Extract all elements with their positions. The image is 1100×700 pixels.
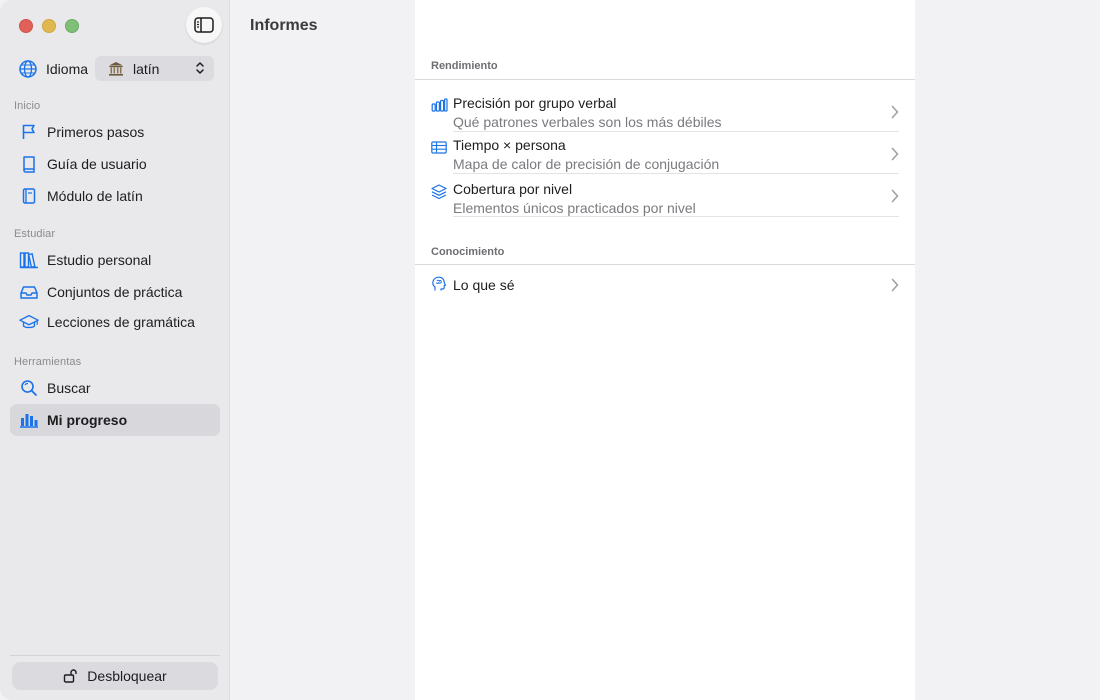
chevron-right-icon <box>891 278 899 292</box>
language-row: Idioma latín <box>18 56 218 81</box>
sidebar-item-label: Primeros pasos <box>47 124 145 140</box>
sidebar-item-label: Conjuntos de práctica <box>47 284 183 300</box>
sidebar-item-label: Guía de usuario <box>47 156 147 172</box>
flag-icon <box>19 122 39 142</box>
sidebar-item-mi-progreso[interactable]: Mi progreso <box>10 404 220 436</box>
section-label-estudiar: Estudiar <box>14 228 56 240</box>
group-header-conocimiento: Conocimiento <box>431 246 505 258</box>
report-row-lo-que-se[interactable]: Lo que sé <box>431 276 899 297</box>
report-row-tiempo-persona[interactable]: Tiempo × persona Mapa de calor de precis… <box>431 137 899 173</box>
divider <box>415 79 915 80</box>
unlock-label: Desbloquear <box>87 668 167 684</box>
unlock-icon <box>63 669 79 683</box>
report-row-precision-grupo-verbal[interactable]: Precisión por grupo verbal Qué patrones … <box>431 95 899 131</box>
group-header-rendimiento: Rendimiento <box>431 60 498 72</box>
language-label: Idioma <box>46 61 89 77</box>
sidebar-item-label: Lecciones de gramática <box>47 314 195 330</box>
sidebar-item-label: Estudio personal <box>47 252 152 268</box>
reports-column: Informes <box>230 0 415 700</box>
bars-icon <box>431 98 448 112</box>
sidebar-item-estudio-personal[interactable]: Estudio personal <box>10 244 220 276</box>
sidebar-item-label: Mi progreso <box>47 412 128 428</box>
sidebar-item-modulo-de-latin[interactable]: Módulo de latín <box>10 180 220 212</box>
book-closed-icon <box>19 186 39 206</box>
globe-icon <box>19 60 37 78</box>
language-select[interactable]: latín <box>95 56 214 81</box>
section-label-herramientas: Herramientas <box>14 356 82 368</box>
books-icon <box>19 250 39 270</box>
sidebar-item-primeros-pasos[interactable]: Primeros pasos <box>10 116 220 148</box>
report-row-cobertura-por-nivel[interactable]: Cobertura por nivel Elementos únicos pra… <box>431 181 899 217</box>
unlock-button[interactable]: Desbloquear <box>12 662 218 690</box>
row-title: Cobertura por nivel <box>453 181 573 197</box>
divider <box>453 216 899 217</box>
sidebar: Idioma latín Inicio Primeros pasos Guía … <box>0 0 230 700</box>
zoom-window-button[interactable] <box>65 19 79 33</box>
search-icon <box>19 378 39 398</box>
sidebar-item-label: Buscar <box>47 380 91 396</box>
sidebar-toggle-button[interactable] <box>186 7 222 43</box>
chevron-right-icon <box>891 105 899 119</box>
table-icon <box>431 141 447 154</box>
row-subtitle: Elementos únicos practicados por nivel <box>453 200 696 216</box>
row-title: Lo que sé <box>453 277 515 293</box>
layers-icon <box>431 184 447 200</box>
reports-detail: Rendimiento Precisión por grupo verbal Q… <box>415 0 915 700</box>
row-title: Tiempo × persona <box>453 137 566 153</box>
book-icon <box>19 154 39 174</box>
sidebar-item-label: Módulo de latín <box>47 188 143 204</box>
sidebar-item-lecciones-de-gramatica[interactable]: Lecciones de gramática <box>10 306 220 338</box>
temple-icon <box>109 61 123 76</box>
sidebar-item-buscar[interactable]: Buscar <box>10 372 220 404</box>
divider <box>453 131 899 132</box>
divider <box>415 264 915 265</box>
sidebar-item-conjuntos-de-practica[interactable]: Conjuntos de práctica <box>10 276 220 308</box>
language-value: latín <box>133 60 160 77</box>
minimize-window-button[interactable] <box>42 19 56 33</box>
sidebar-item-guia-de-usuario[interactable]: Guía de usuario <box>10 148 220 180</box>
close-window-button[interactable] <box>19 19 33 33</box>
bar-chart-icon <box>19 410 39 430</box>
row-subtitle: Mapa de calor de precisión de conjugació… <box>453 156 720 172</box>
sidebar-icon <box>194 17 214 33</box>
chevron-right-icon <box>891 189 899 203</box>
app-window: Idioma latín Inicio Primeros pasos Guía … <box>0 0 1100 700</box>
row-subtitle: Qué patrones verbales son los más débile… <box>453 114 722 130</box>
head-icon <box>432 276 447 291</box>
inspector-pane <box>915 0 1100 700</box>
divider <box>10 655 220 656</box>
tray-icon <box>19 282 39 302</box>
chevron-right-icon <box>891 147 899 161</box>
chevron-up-down-icon <box>196 62 204 74</box>
section-label-inicio: Inicio <box>14 100 41 112</box>
page-title: Informes <box>250 17 318 34</box>
graduation-cap-icon <box>19 312 39 332</box>
divider <box>453 173 899 174</box>
row-title: Precisión por grupo verbal <box>453 95 617 111</box>
